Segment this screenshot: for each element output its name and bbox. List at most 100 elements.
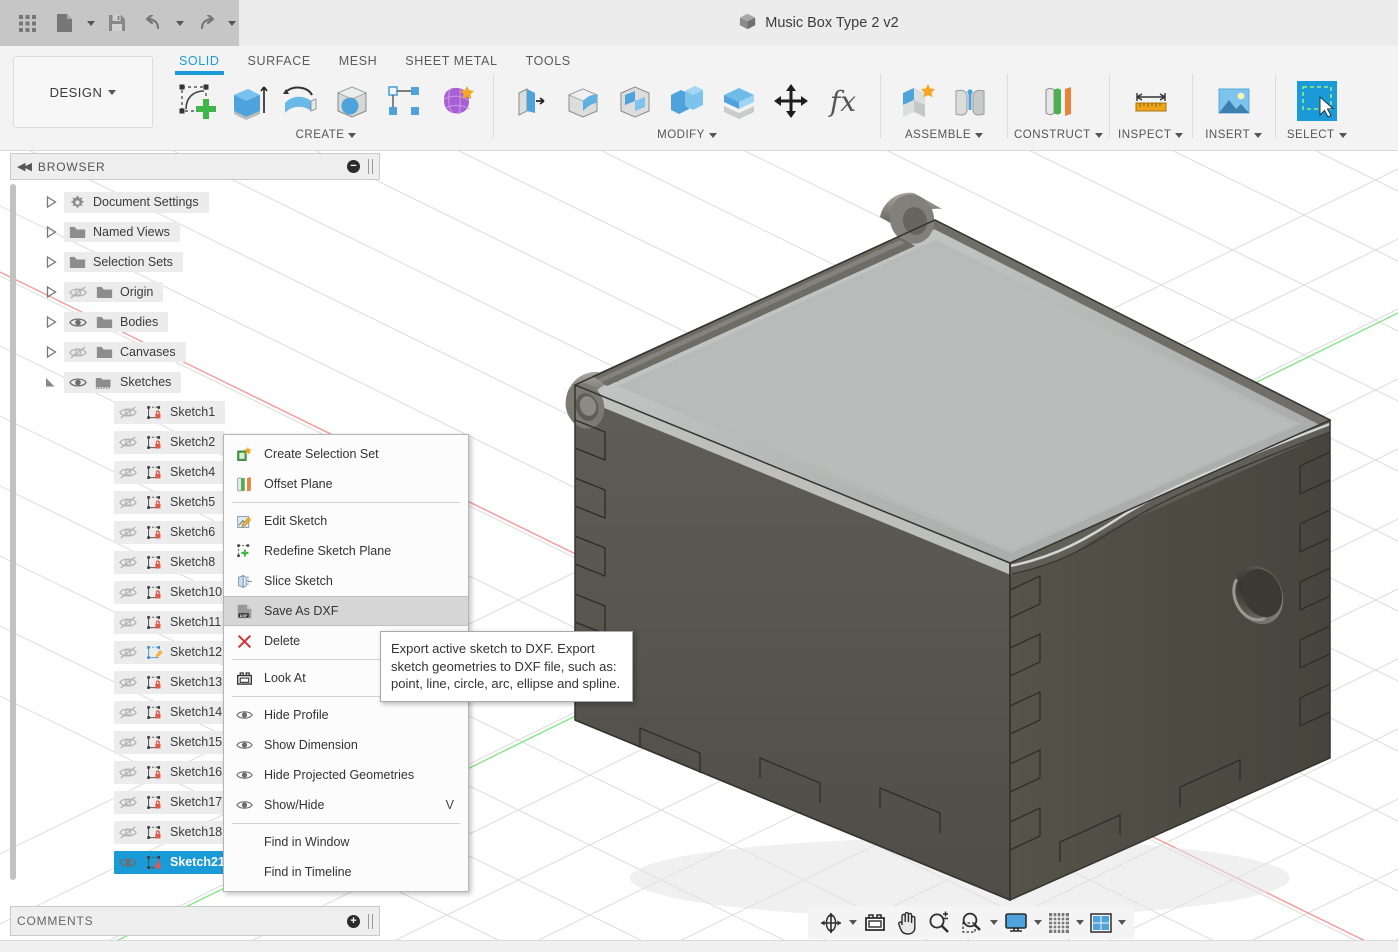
pan-button[interactable]	[893, 909, 921, 937]
orbit-caret-icon[interactable]	[849, 920, 857, 925]
hole-tool[interactable]	[327, 74, 377, 128]
tab-solid[interactable]: SOLID	[165, 50, 234, 75]
eye-visible-icon[interactable]	[118, 856, 138, 869]
look-at-button[interactable]	[860, 909, 890, 937]
eye-hidden-icon[interactable]	[118, 646, 138, 659]
menu-item-find-in-window[interactable]: Find in Window	[224, 827, 468, 857]
tree-node-hit[interactable]: Sketch5	[114, 490, 226, 514]
move-copy-tool[interactable]	[766, 74, 816, 128]
tree-node-hit[interactable]: Sketch15	[114, 730, 233, 754]
menu-item-offset-plane[interactable]: Offset Plane	[224, 469, 468, 499]
tree-node-hit[interactable]: Origin	[64, 282, 164, 302]
menu-item-edit-sketch[interactable]: Edit Sketch	[224, 506, 468, 536]
zoom-window-button[interactable]	[957, 909, 987, 937]
tree-node-canvases[interactable]: Canvases	[10, 337, 380, 367]
tree-node-selection-sets[interactable]: Selection Sets	[10, 247, 380, 277]
eye-visible-icon[interactable]	[68, 316, 88, 329]
tree-node-hit[interactable]: Sketch18	[114, 820, 233, 844]
joint-tool[interactable]	[945, 74, 995, 128]
display-settings-button[interactable]	[1001, 909, 1031, 937]
viewports-button[interactable]	[1087, 909, 1115, 937]
eye-hidden-icon[interactable]	[118, 826, 138, 839]
tree-node-sketches[interactable]: Sketches	[10, 367, 380, 397]
tab-surface[interactable]: SURFACE	[234, 50, 325, 74]
undo-menu-caret-icon[interactable]	[173, 6, 187, 40]
eye-hidden-icon[interactable]	[118, 736, 138, 749]
zoom-button[interactable]	[924, 909, 954, 937]
tab-mesh[interactable]: MESH	[325, 50, 392, 74]
chevron-right-icon[interactable]	[44, 285, 58, 299]
tab-tools[interactable]: TOOLS	[512, 50, 585, 74]
tree-node-origin[interactable]: Origin	[10, 277, 380, 307]
tree-node-hit[interactable]: Sketch14	[114, 700, 233, 724]
viewports-caret-icon[interactable]	[1118, 920, 1126, 925]
chevron-right-icon[interactable]	[44, 315, 58, 329]
eye-hidden-icon[interactable]	[118, 436, 138, 449]
press-pull-tool[interactable]	[506, 74, 556, 128]
eye-hidden-icon[interactable]	[118, 496, 138, 509]
tree-node-hit[interactable]: Sketch13	[114, 670, 233, 694]
undo-button[interactable]	[136, 6, 171, 40]
eye-hidden-icon[interactable]	[118, 796, 138, 809]
tree-node-hit[interactable]: Sketch12	[114, 640, 233, 664]
menu-item-save-as-dxf[interactable]: DXF Save As DXF	[224, 596, 468, 626]
split-face-tool[interactable]	[714, 74, 764, 128]
menu-item-hide-profile[interactable]: Hide Profile	[224, 700, 468, 730]
zoom-window-caret-icon[interactable]	[990, 920, 998, 925]
panel-construct-label[interactable]: CONSTRUCT	[1014, 129, 1103, 141]
eye-visible-icon[interactable]	[68, 376, 88, 389]
revolve-tool[interactable]	[275, 74, 325, 128]
menu-item-create-selection-set[interactable]: Create Selection Set	[224, 439, 468, 469]
panel-assemble-label[interactable]: ASSEMBLE	[905, 129, 983, 141]
chevron-right-icon[interactable]	[44, 255, 58, 269]
tree-node-hit[interactable]: Sketch10	[114, 580, 233, 604]
tree-node-document-settings[interactable]: Document Settings	[10, 187, 380, 217]
tree-node-hit[interactable]: Canvases	[64, 342, 186, 362]
tree-node-hit[interactable]: Sketch21	[114, 850, 235, 874]
tree-node-hit[interactable]: Sketch16	[114, 760, 233, 784]
tree-node-hit[interactable]: Sketch11	[114, 610, 232, 634]
tree-node-hit[interactable]: Sketch8	[114, 550, 226, 574]
eye-hidden-icon[interactable]	[118, 706, 138, 719]
tree-node-hit[interactable]: Named Views	[64, 222, 180, 242]
app-grid-button[interactable]	[10, 6, 45, 40]
panel-modify-label[interactable]: MODIFY	[657, 129, 717, 141]
comments-resize-grip[interactable]	[368, 913, 373, 929]
offset-plane-tool[interactable]	[1029, 74, 1087, 128]
menu-item-find-in-timeline[interactable]: Find in Timeline	[224, 857, 468, 887]
menu-item-show-hide[interactable]: Show/Hide V	[224, 790, 468, 820]
form-tool[interactable]	[431, 74, 481, 128]
menu-item-redefine-sketch-plane[interactable]: Redefine Sketch Plane	[224, 536, 468, 566]
tree-node-hit[interactable]: Selection Sets	[64, 252, 183, 272]
tree-node-hit[interactable]: Document Settings	[64, 191, 209, 213]
tree-node-hit[interactable]: Sketch1	[114, 400, 226, 424]
tree-node-hit[interactable]: Sketch2	[114, 430, 226, 454]
change-parameters-tool[interactable]: fx	[818, 74, 868, 128]
collapse-left-arrows-icon[interactable]: ◀◀	[17, 160, 32, 173]
fillet-tool[interactable]	[558, 74, 608, 128]
menu-item-hide-projected-geometries[interactable]: Hide Projected Geometries	[224, 760, 468, 790]
eye-hidden-icon[interactable]	[68, 286, 88, 299]
chevron-right-icon[interactable]	[44, 225, 58, 239]
eye-hidden-icon[interactable]	[68, 346, 88, 359]
eye-hidden-icon[interactable]	[118, 466, 138, 479]
chevron-right-icon[interactable]	[44, 195, 58, 209]
file-menu-caret-icon[interactable]	[84, 6, 98, 40]
eye-hidden-icon[interactable]	[118, 766, 138, 779]
eye-hidden-icon[interactable]	[118, 406, 138, 419]
tree-node-hit[interactable]: Sketch6	[114, 520, 226, 544]
tree-node-named-views[interactable]: Named Views	[10, 217, 380, 247]
file-button[interactable]	[47, 6, 82, 40]
chevron-right-icon[interactable]	[44, 345, 58, 359]
tree-node-hit[interactable]: Bodies	[64, 312, 169, 332]
rectangular-pattern-tool[interactable]	[379, 74, 429, 128]
select-tool[interactable]	[1288, 74, 1346, 128]
tree-node-bodies[interactable]: Bodies	[10, 307, 380, 337]
minus-circle-icon[interactable]: −	[347, 160, 360, 173]
tree-node-hit[interactable]: Sketches	[64, 371, 182, 393]
document-tab[interactable]: Music Box Type 2 v2	[738, 12, 899, 35]
eye-hidden-icon[interactable]	[118, 616, 138, 629]
workspace-switcher[interactable]: DESIGN	[13, 56, 153, 128]
combine-tool[interactable]	[662, 74, 712, 128]
redo-menu-caret-icon[interactable]	[225, 6, 239, 40]
